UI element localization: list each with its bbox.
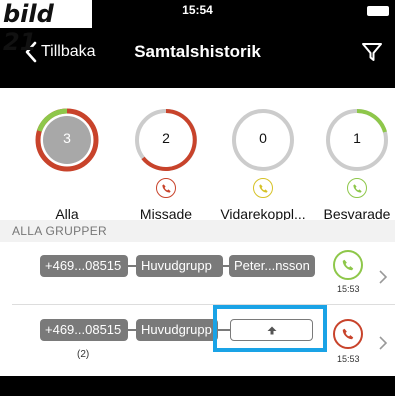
filter-icon[interactable] (361, 41, 383, 63)
ring-chart: 0 (231, 108, 295, 172)
stat-count: 0 (259, 130, 267, 146)
chip-connector (128, 265, 136, 267)
chip-connector (128, 329, 136, 331)
answered-call-icon (333, 250, 363, 280)
chevron-right-icon (379, 336, 388, 350)
call-row[interactable]: +469...08515 Huvudgrupp Peter...nsson 15… (0, 244, 395, 304)
stat-answered[interactable]: 1 Besvarade (317, 108, 395, 222)
highlight-box (213, 305, 327, 352)
missed-call-icon (333, 319, 363, 349)
agent-chip: Peter...nsson (229, 255, 315, 277)
bottom-bar (0, 376, 395, 396)
forwarded-call-icon (253, 178, 273, 198)
stat-count: 1 (353, 130, 361, 146)
ring-chart: 1 (325, 108, 389, 172)
call-time: 15:53 (337, 354, 360, 364)
call-row[interactable]: +469...08515 (2) Huvudgrupp 15:53 (0, 305, 395, 375)
stat-count: 2 (162, 130, 170, 146)
ring-chart: 3 (35, 108, 99, 172)
battery-icon (367, 6, 389, 16)
group-chip: Huvudgrupp (136, 255, 223, 277)
page-title: Samtalshistorik (134, 42, 261, 61)
stat-missed[interactable]: 2 Missade (126, 108, 206, 222)
chevron-right-icon (379, 270, 388, 284)
call-count: (2) (77, 349, 90, 360)
missed-call-icon (156, 178, 176, 198)
caller-number-chip: +469...08515 (40, 255, 128, 277)
stat-forwarded[interactable]: 0 Vidarekoppl... (219, 108, 307, 222)
stat-count: 3 (63, 130, 71, 146)
group-chip: Huvudgrupp (136, 319, 218, 341)
stat-all[interactable]: 3 Alla (27, 108, 107, 222)
call-time: 15:53 (337, 284, 360, 294)
ring-chart: 2 (134, 108, 198, 172)
image-caption-tag: bild 21 (0, 0, 92, 56)
answered-call-icon (347, 178, 367, 198)
group-section-header: ALLA GRUPPER (0, 220, 395, 242)
caller-number-chip: +469...08515 (40, 319, 128, 341)
